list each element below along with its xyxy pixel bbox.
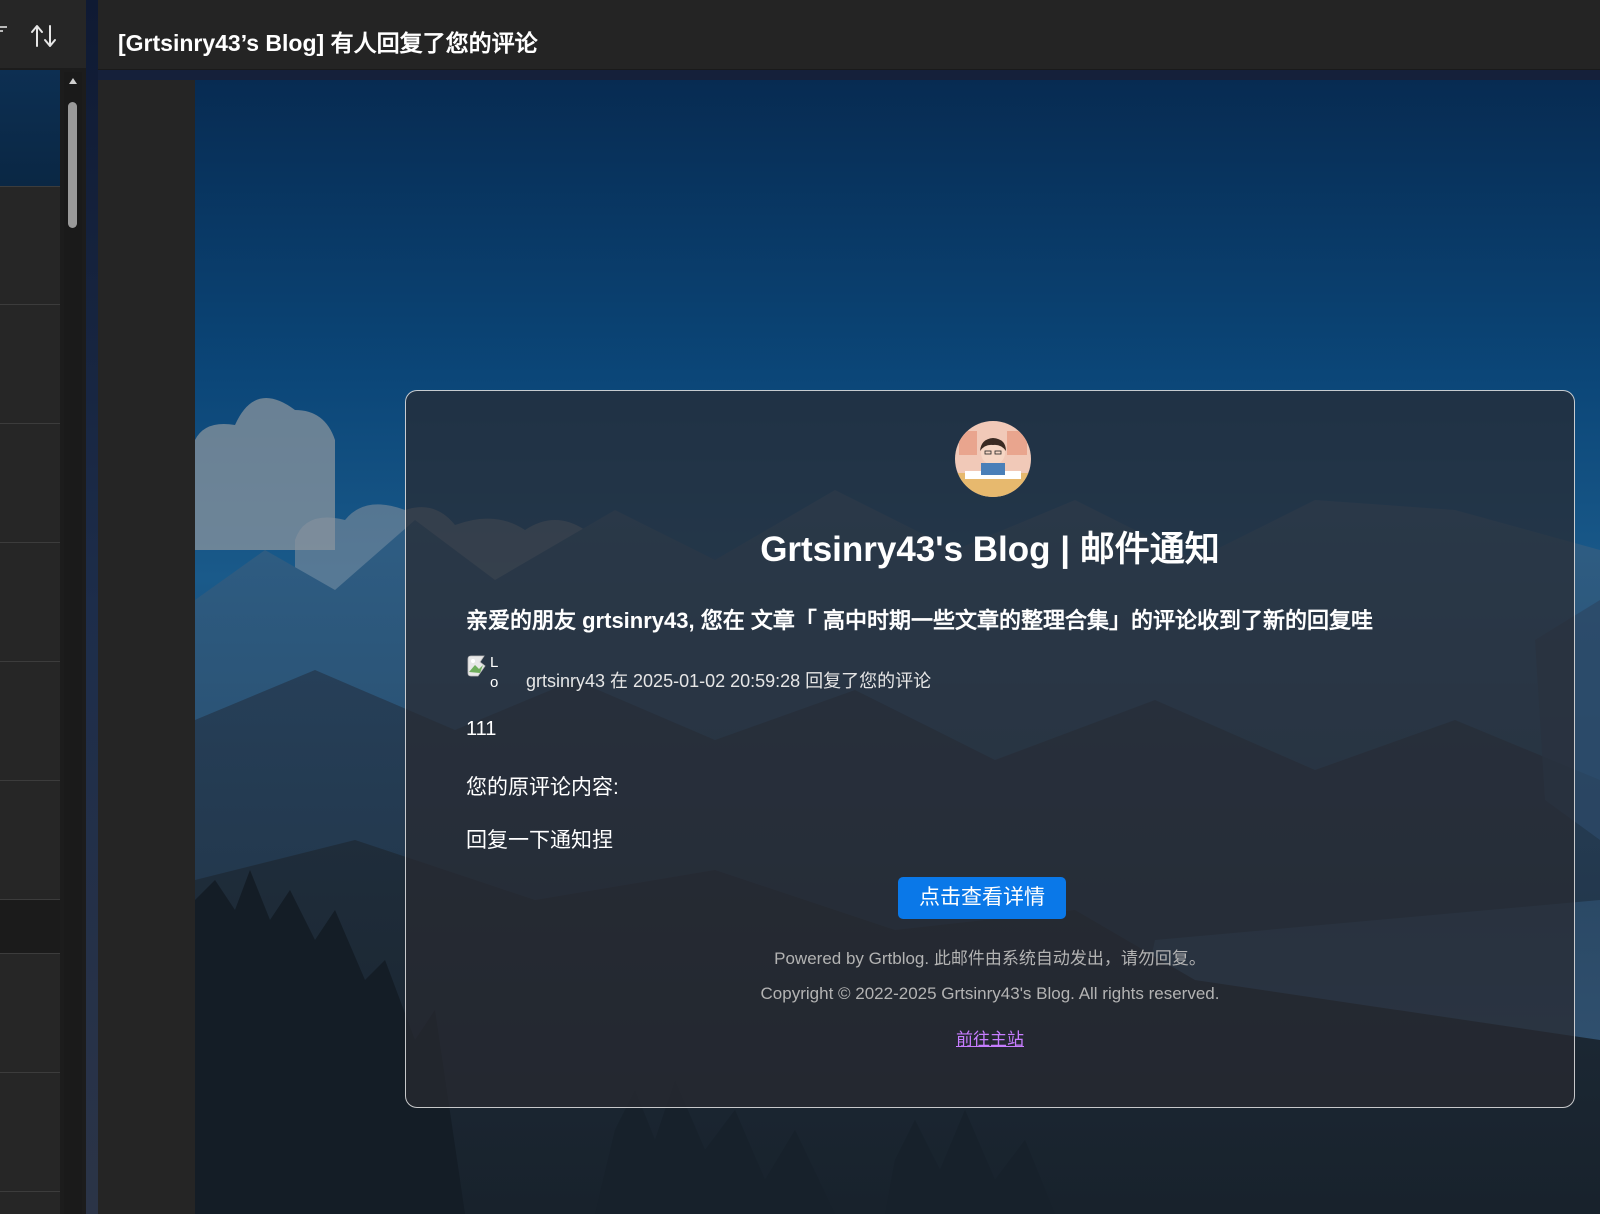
email-body: Grtsinry43's Blog | 邮件通知 亲爱的朋友 grtsinry4…: [195, 80, 1600, 1214]
reading-pane: Grtsinry43's Blog | 邮件通知 亲爱的朋友 grtsinry4…: [98, 80, 1600, 1214]
reading-pane-header: [Grtsinry43’s Blog] 有人回复了您的评论: [98, 0, 1600, 70]
blog-avatar-image: [955, 421, 1031, 497]
email-subject: [Grtsinry43’s Blog] 有人回复了您的评论: [118, 30, 538, 56]
message-list-toolbar: [0, 0, 86, 68]
message-list-pane: [0, 0, 86, 1214]
greeting-text: 亲爱的朋友 grtsinry43, 您在 文章「 高中时期一些文章的整理合集」的…: [466, 608, 1373, 633]
list-item[interactable]: [0, 187, 60, 305]
mail-client-window: [Grtsinry43’s Blog] 有人回复了您的评论 Grtsinry43…: [0, 0, 1600, 1214]
broken-image-icon: Lo: [466, 653, 506, 697]
footer-powered-text: Powered by Grtblog. 此邮件由系统自动发出，请勿回复。: [774, 949, 1206, 968]
footer-copyright-text: Copyright © 2022-2025 Grtsinry43's Blog.…: [760, 984, 1220, 1003]
scroll-up-arrow-icon[interactable]: [69, 78, 77, 84]
message-list: [0, 70, 60, 1214]
list-item[interactable]: [0, 662, 60, 781]
filter-icon[interactable]: [0, 24, 8, 38]
list-item[interactable]: [0, 305, 60, 424]
pane-divider[interactable]: [86, 0, 98, 1214]
notification-card: Grtsinry43's Blog | 邮件通知 亲爱的朋友 grtsinry4…: [405, 390, 1575, 1108]
reply-content: 111: [466, 718, 497, 740]
view-details-button[interactable]: 点击查看详情: [898, 877, 1066, 919]
list-group-header: [0, 900, 60, 954]
list-item[interactable]: [0, 424, 60, 543]
commenter-avatar-alt: Lo: [490, 654, 499, 691]
original-comment-content: 回复一下通知捏: [466, 829, 613, 852]
go-to-main-site-link[interactable]: 前往主站: [956, 1030, 1024, 1049]
list-item[interactable]: [0, 1073, 60, 1192]
list-item[interactable]: [0, 1192, 60, 1214]
original-comment-label: 您的原评论内容:: [466, 776, 619, 799]
reply-meta-text: grtsinry43 在 2025-01-02 20:59:28 回复了您的评论: [526, 671, 932, 691]
list-item[interactable]: [0, 781, 60, 900]
footer-link-container: 前往主站: [406, 1025, 1574, 1050]
email-title: Grtsinry43's Blog | 邮件通知: [760, 530, 1220, 569]
message-list-scrollbar[interactable]: [64, 72, 82, 1214]
reply-info-row: Lo grtsinry43 在 2025-01-02 20:59:28 回复了您…: [466, 653, 1166, 697]
sort-arrows-icon[interactable]: [28, 20, 60, 52]
scrollbar-thumb[interactable]: [68, 102, 77, 228]
list-item[interactable]: [0, 543, 60, 662]
list-item[interactable]: [0, 70, 60, 187]
list-item[interactable]: [0, 954, 60, 1073]
